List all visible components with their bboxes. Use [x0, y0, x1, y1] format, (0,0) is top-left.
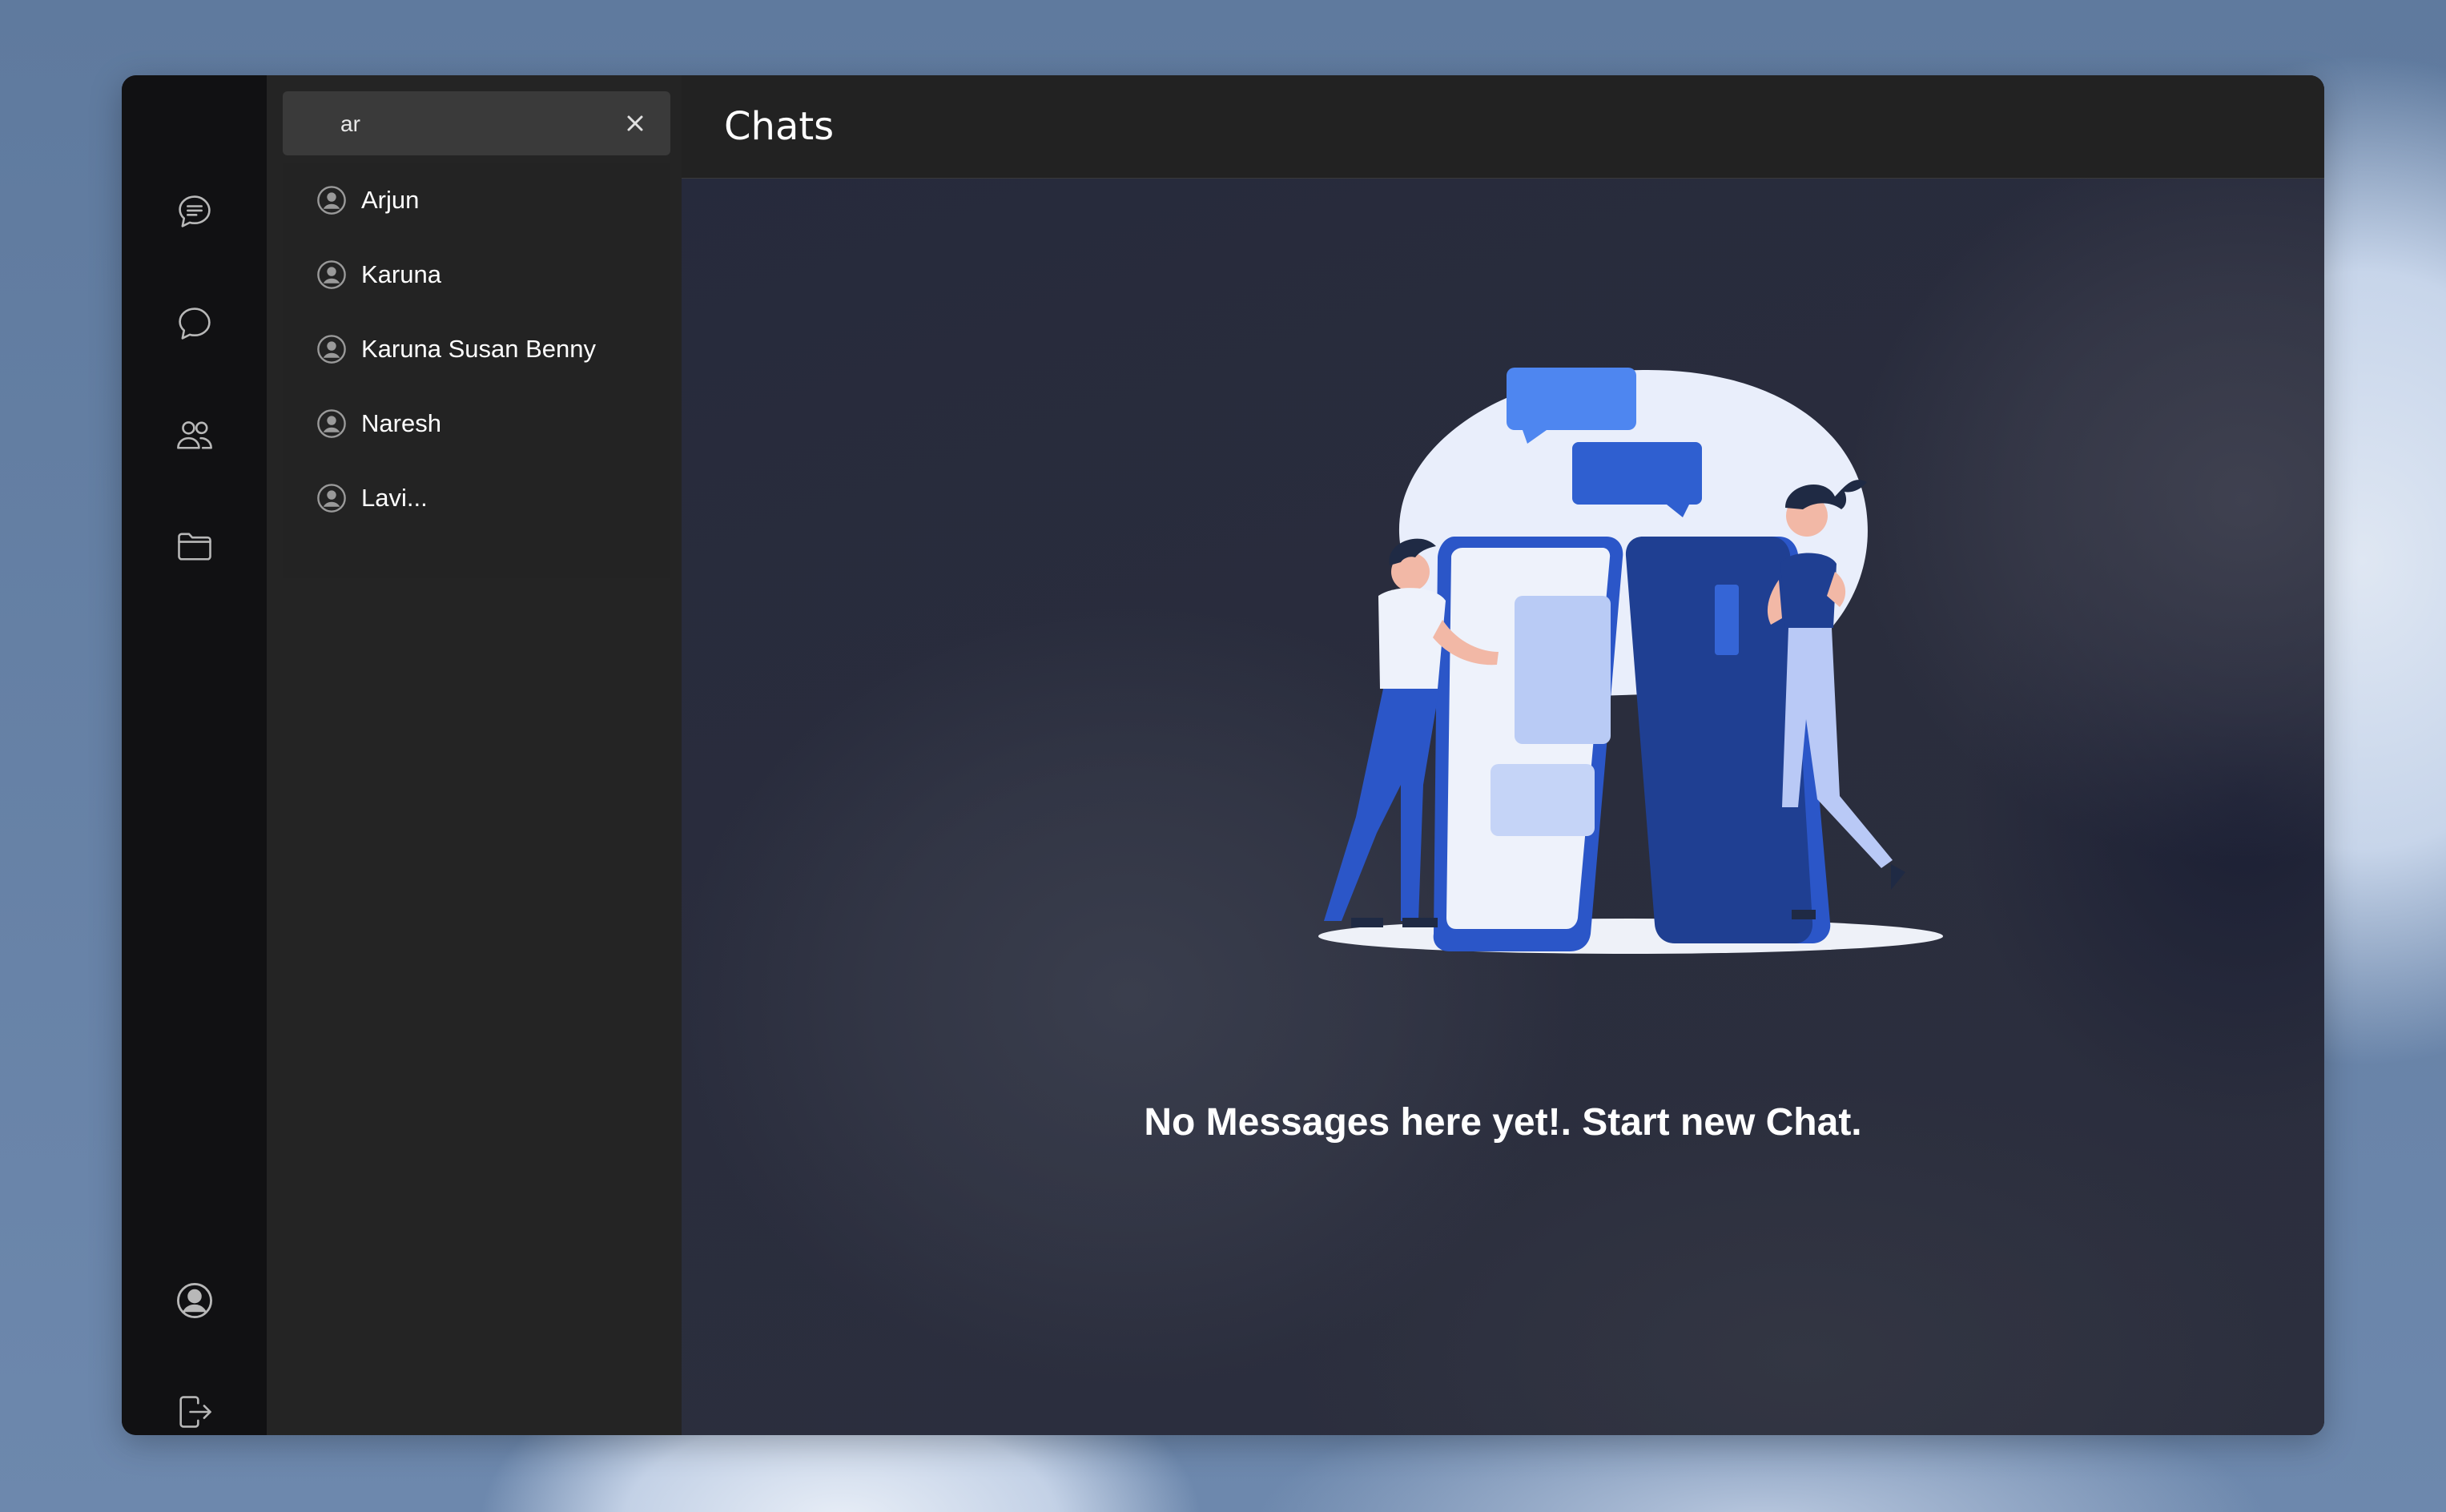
chat-bubble-icon[interactable]	[172, 301, 217, 346]
search-box	[283, 91, 670, 157]
contact-name: Arjun	[361, 186, 420, 214]
app-window: Arjun Karuna Karuna Susan Benny	[122, 75, 2324, 1435]
search-result-item[interactable]: Lavi...	[283, 461, 651, 535]
user-avatar-icon	[317, 335, 346, 364]
search-result-item[interactable]: Karuna Susan Benny	[283, 312, 651, 386]
chat-sidebar: Arjun Karuna Karuna Susan Benny	[267, 75, 788, 1435]
user-circle-icon[interactable]	[172, 1278, 217, 1323]
page-title: Chats	[724, 104, 835, 149]
contact-name: Naresh	[361, 409, 441, 437]
search-result-item[interactable]: Arjun	[283, 163, 651, 237]
contact-name: Lavi...	[361, 484, 428, 512]
user-avatar-icon	[317, 260, 346, 289]
contact-name: Karuna Susan Benny	[361, 335, 596, 363]
empty-state-message: No Messages here yet!. Start new Chat.	[1144, 1101, 1862, 1144]
contact-name: Karuna	[361, 260, 441, 288]
chat-lines-icon[interactable]	[172, 189, 217, 234]
folder-icon[interactable]	[172, 524, 217, 569]
user-avatar-icon	[317, 186, 346, 215]
chat-header: Chats	[682, 75, 2324, 179]
search-results: Arjun Karuna Karuna Susan Benny Naresh L…	[283, 163, 670, 578]
search-result-item[interactable]: Naresh	[283, 387, 651, 460]
user-avatar-icon	[317, 409, 346, 438]
logout-icon[interactable]	[172, 1389, 217, 1434]
user-avatar-icon	[317, 484, 346, 513]
search-input[interactable]	[339, 91, 614, 157]
chat-main: Chats No Messages here yet!. Start new C…	[682, 75, 2324, 1435]
search-result-item[interactable]: Karuna	[283, 238, 651, 312]
empty-chat-illustration	[1318, 368, 1943, 954]
people-icon[interactable]	[172, 412, 217, 457]
close-icon[interactable]	[621, 109, 650, 138]
nav-rail	[122, 75, 267, 1435]
